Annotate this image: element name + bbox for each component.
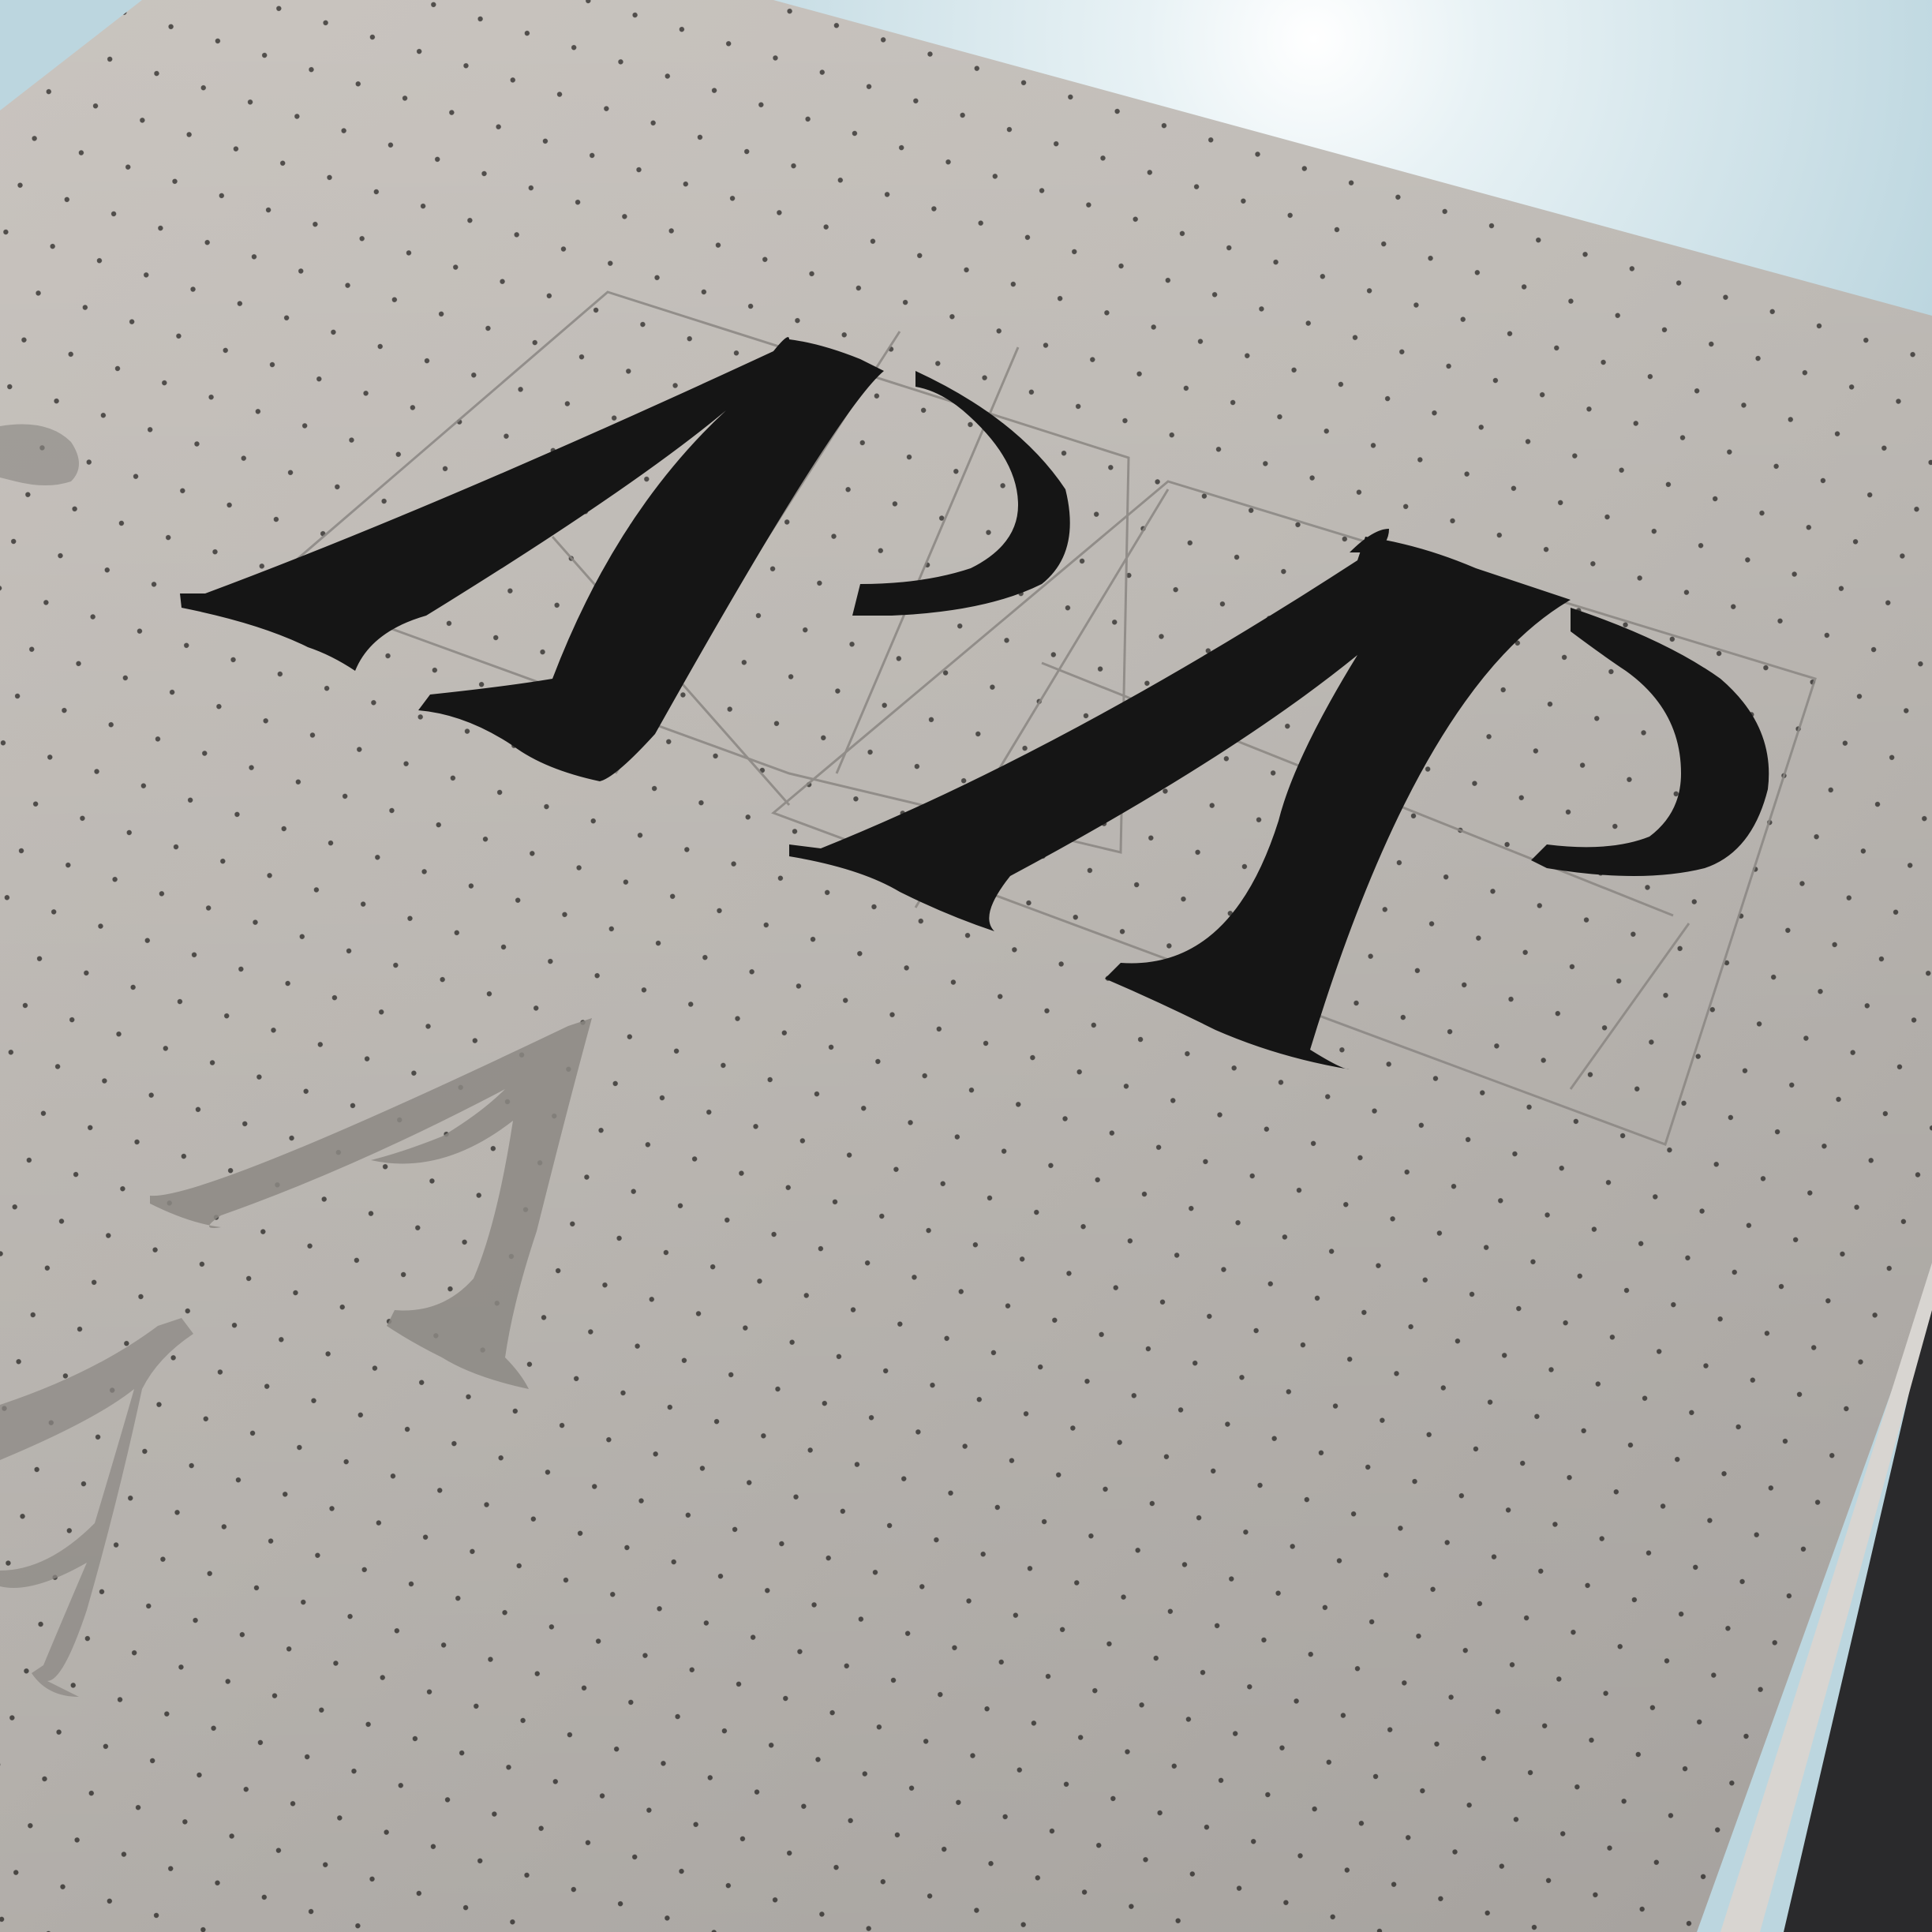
photo-scene	[0, 0, 1932, 1932]
notebook-photo	[0, 0, 1932, 1932]
page-shade	[0, 0, 1932, 1932]
